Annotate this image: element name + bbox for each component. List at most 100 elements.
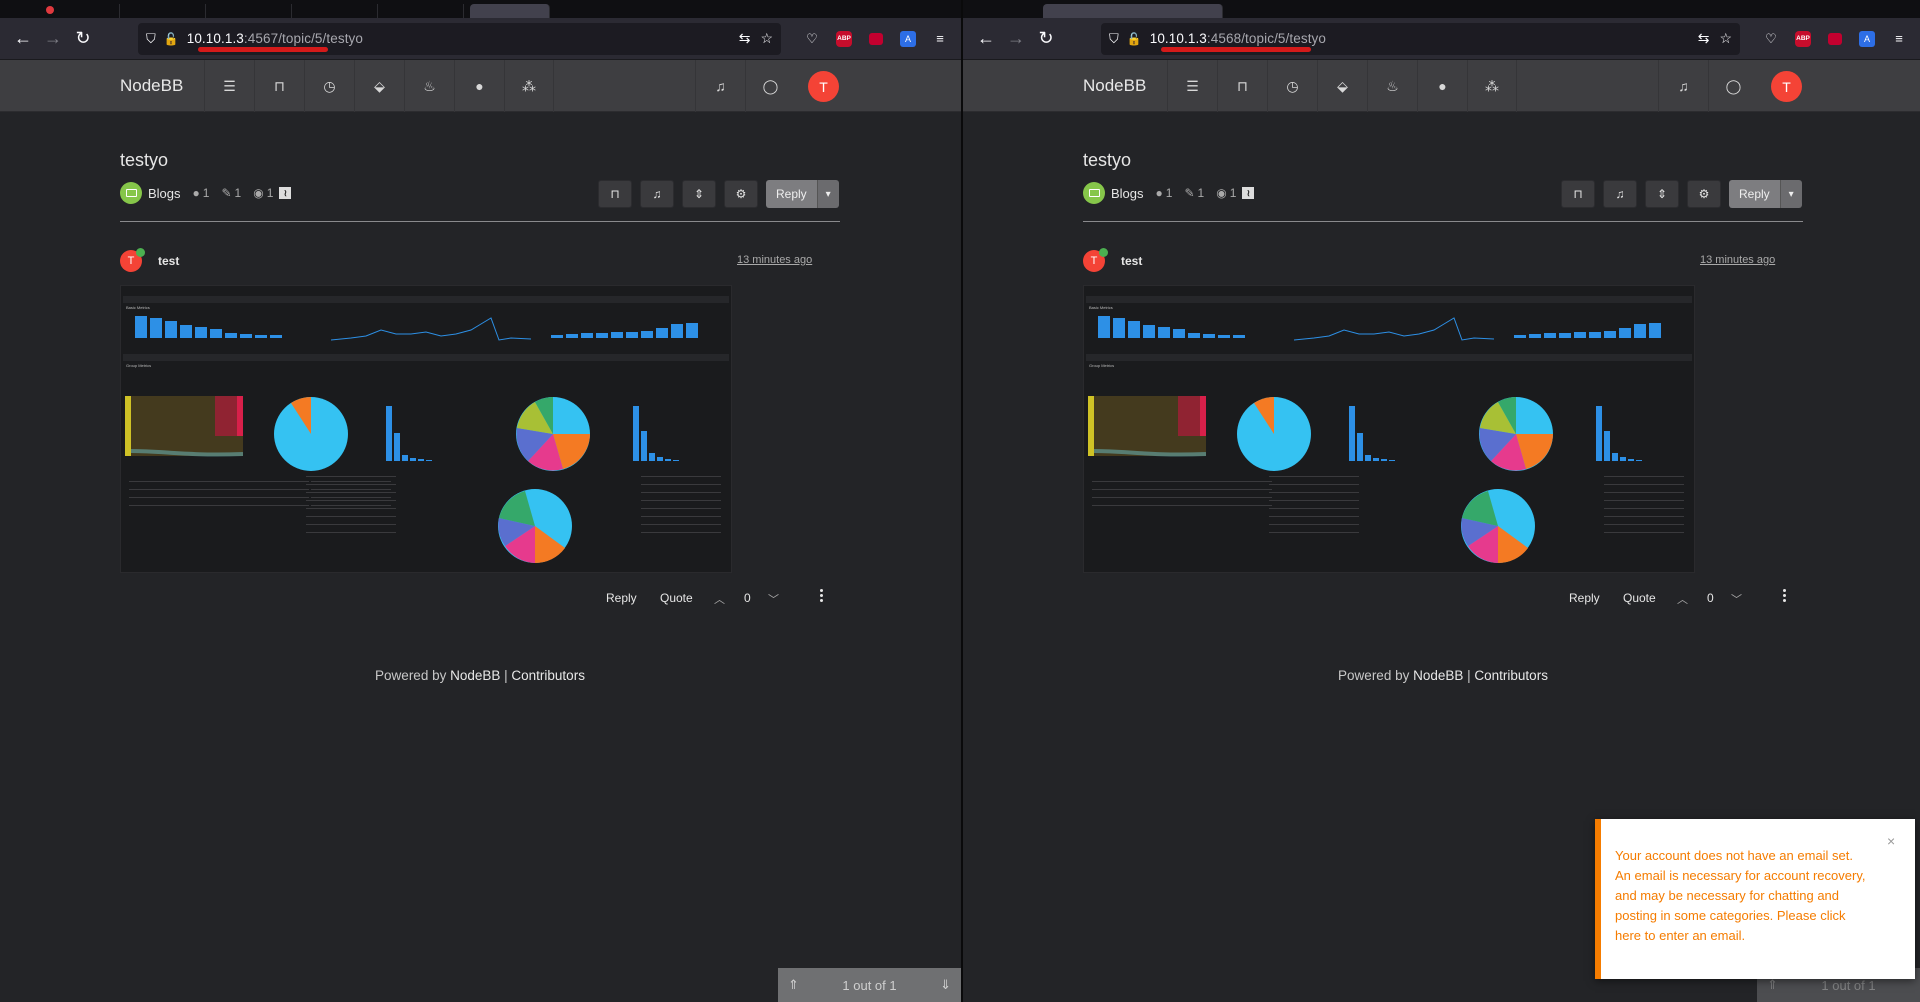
topic-reply-button[interactable]: Reply [766, 180, 817, 208]
shield-icon[interactable]: ⛉ [146, 31, 156, 47]
nodebb-link[interactable]: NodeBB [450, 668, 500, 683]
back-icon[interactable]: ← [8, 24, 38, 54]
post-embedded-dashboard-image[interactable]: Basic Metrics Group Metrics [120, 285, 732, 573]
lock-icon[interactable]: 🔓 [164, 32, 179, 46]
browser-tab[interactable] [40, 4, 120, 18]
notifications-bell-icon[interactable]: ♫ [1658, 60, 1708, 112]
reply-caret-icon[interactable]: ▾ [816, 180, 839, 208]
hamburger-menu-icon[interactable]: ≡ [1886, 26, 1912, 52]
browser-tab[interactable] [298, 4, 378, 18]
browser-tab[interactable] [126, 4, 206, 18]
mark-unread-button[interactable]: ⊓ [598, 180, 632, 208]
unread-inbox-icon[interactable]: ⊓ [1217, 60, 1267, 112]
post-timestamp[interactable]: 13 minutes ago [1700, 254, 1775, 266]
topic-tools-gear-button[interactable]: ⚙ [1687, 180, 1721, 208]
chat-icon[interactable]: ◯ [1708, 60, 1758, 112]
scroll-bottom-icon[interactable]: ⇓ [940, 977, 951, 993]
sort-button[interactable]: ⇕ [682, 180, 716, 208]
translate-page-icon[interactable]: ⇆ [739, 30, 751, 47]
rss-icon[interactable]: ≀ [279, 187, 292, 199]
sort-button[interactable]: ⇕ [1645, 180, 1679, 208]
youtube-extension-icon[interactable] [863, 26, 889, 52]
shield-icon[interactable]: ⛉ [1109, 31, 1119, 47]
recent-clock-icon[interactable]: ◷ [1267, 60, 1317, 112]
post-timestamp[interactable]: 13 minutes ago [737, 254, 812, 266]
translate-page-icon[interactable]: ⇆ [1698, 30, 1710, 47]
user-avatar[interactable]: T [1771, 71, 1802, 102]
notifications-bell-icon[interactable]: ♫ [695, 60, 745, 112]
downvote-chevron-icon[interactable]: ﹀ [768, 591, 779, 607]
recent-clock-icon[interactable]: ◷ [304, 60, 354, 112]
url-text[interactable]: 10.10.1.3:4568/topic/5/testyo [1150, 31, 1326, 46]
upvote-chevron-icon[interactable]: ︿ [714, 591, 725, 607]
browser-tab[interactable] [384, 4, 464, 18]
adblock-icon[interactable]: ABP [1790, 26, 1816, 52]
user-avatar[interactable]: T [808, 71, 839, 102]
nodebb-link[interactable]: NodeBB [1413, 668, 1463, 683]
reply-caret-icon[interactable]: ▾ [1779, 180, 1802, 208]
scroll-top-icon[interactable]: ⇑ [1767, 977, 1778, 993]
forward-icon[interactable]: → [38, 24, 68, 54]
youtube-extension-icon[interactable] [1822, 26, 1848, 52]
site-brand[interactable]: NodeBB [120, 76, 183, 96]
post-reply-link[interactable]: Reply [1569, 591, 1600, 605]
downvote-chevron-icon[interactable]: ﹀ [1731, 591, 1742, 607]
popular-fire-icon[interactable]: ♨ [404, 60, 454, 112]
alert-message[interactable]: Your account does not have an email set.… [1615, 846, 1870, 946]
category-icon[interactable] [120, 182, 142, 204]
scroll-top-icon[interactable]: ⇑ [788, 977, 799, 993]
contributors-link[interactable]: Contributors [1474, 668, 1548, 683]
browser-tab[interactable] [212, 4, 292, 18]
hamburger-menu-icon[interactable]: ≡ [927, 26, 953, 52]
post-quote-link[interactable]: Quote [1623, 591, 1656, 605]
popular-fire-icon[interactable]: ♨ [1367, 60, 1417, 112]
users-icon[interactable]: ● [454, 60, 504, 112]
url-bar[interactable]: ⛉ 🔓 10.10.1.3:4567/topic/5/testyo ⇆ ☆ [138, 22, 781, 55]
contributors-link[interactable]: Contributors [511, 668, 585, 683]
adblock-icon[interactable]: ABP [831, 26, 857, 52]
post-menu-kebab-icon[interactable] [820, 589, 824, 602]
pocket-icon[interactable]: ♡ [799, 26, 825, 52]
rss-icon[interactable]: ≀ [1242, 187, 1255, 199]
url-bar[interactable]: ⛉ 🔓 10.10.1.3:4568/topic/5/testyo ⇆ ☆ [1101, 22, 1740, 55]
translator-extension-icon[interactable]: A [1854, 26, 1880, 52]
topic-reply-button[interactable]: Reply [1729, 180, 1780, 208]
bookmark-star-icon[interactable]: ☆ [760, 30, 773, 47]
topic-tools-gear-button[interactable]: ⚙ [724, 180, 758, 208]
url-text[interactable]: 10.10.1.3:4567/topic/5/testyo [187, 31, 363, 46]
alert-close-icon[interactable]: × [1887, 833, 1895, 849]
watch-bell-button[interactable]: ♫ [1603, 180, 1637, 208]
unread-inbox-icon[interactable]: ⊓ [254, 60, 304, 112]
bookmark-star-icon[interactable]: ☆ [1719, 30, 1732, 47]
post-author[interactable]: test [1121, 254, 1142, 268]
reload-icon[interactable]: ↻ [68, 24, 98, 54]
category-label[interactable]: Blogs [1111, 186, 1144, 201]
tags-icon[interactable]: ⬙ [1317, 60, 1367, 112]
users-icon[interactable]: ● [1417, 60, 1467, 112]
categories-list-icon[interactable]: ☰ [1167, 60, 1217, 112]
category-label[interactable]: Blogs [148, 186, 181, 201]
groups-icon[interactable]: ⁂ [504, 60, 554, 112]
lock-icon[interactable]: 🔓 [1127, 32, 1142, 46]
post-menu-kebab-icon[interactable] [1783, 589, 1787, 602]
post-embedded-dashboard-image[interactable]: Basic Metrics Group Metrics [1083, 285, 1695, 573]
post-quote-link[interactable]: Quote [660, 591, 693, 605]
post-author[interactable]: test [158, 254, 179, 268]
site-brand[interactable]: NodeBB [1083, 76, 1146, 96]
back-icon[interactable]: ← [971, 24, 1001, 54]
categories-list-icon[interactable]: ☰ [204, 60, 254, 112]
pocket-icon[interactable]: ♡ [1758, 26, 1784, 52]
mark-unread-button[interactable]: ⊓ [1561, 180, 1595, 208]
reload-icon[interactable]: ↻ [1031, 24, 1061, 54]
email-missing-alert[interactable]: Your account does not have an email set.… [1595, 819, 1915, 979]
tags-icon[interactable]: ⬙ [354, 60, 404, 112]
browser-tab-active[interactable] [470, 4, 550, 18]
upvote-chevron-icon[interactable]: ︿ [1677, 591, 1688, 607]
chat-icon[interactable]: ◯ [745, 60, 795, 112]
watch-bell-button[interactable]: ♫ [640, 180, 674, 208]
translator-extension-icon[interactable]: A [895, 26, 921, 52]
forward-icon[interactable]: → [1001, 24, 1031, 54]
groups-icon[interactable]: ⁂ [1467, 60, 1517, 112]
post-reply-link[interactable]: Reply [606, 591, 637, 605]
category-icon[interactable] [1083, 182, 1105, 204]
